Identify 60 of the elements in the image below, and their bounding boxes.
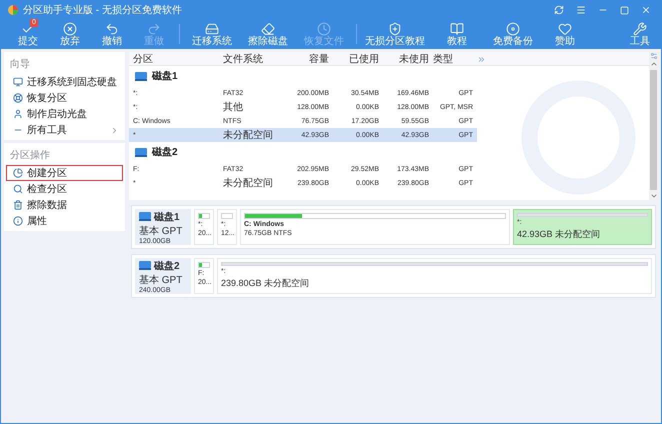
section-title: 分区操作 <box>9 149 51 163</box>
usage-bar <box>221 213 233 219</box>
eraser-icon <box>261 22 275 36</box>
redo-icon <box>147 22 161 36</box>
heart-icon <box>558 22 572 36</box>
sidebar-item[interactable]: 迁移系统到固态硬盘 <box>6 74 123 90</box>
clock-icon <box>317 22 331 36</box>
undo-icon <box>105 22 119 36</box>
toolbar-button[interactable]: 教程 <box>429 19 485 49</box>
chevrons-right-icon[interactable] <box>477 54 486 64</box>
user-icon <box>13 109 23 119</box>
info-icon <box>13 216 23 226</box>
toolbar-button[interactable]: 放弃 <box>49 19 91 49</box>
x-circle-icon <box>63 22 77 36</box>
disk-name: 磁盘1 <box>152 70 178 83</box>
lifebuoy-icon <box>13 93 23 103</box>
column-header[interactable]: 已使用 <box>333 52 383 66</box>
disc-icon <box>506 22 520 36</box>
settings-icon[interactable] <box>650 52 658 60</box>
app-logo-icon <box>7 4 19 16</box>
drive-icon <box>205 22 219 36</box>
disk-name: 磁盘2 <box>154 260 180 272</box>
chevron-up-icon[interactable] <box>650 60 658 68</box>
column-header[interactable]: 文件系统 <box>223 52 283 66</box>
sidebar-item[interactable]: 制作启动光盘 <box>6 106 123 122</box>
sidebar-item[interactable]: 所有工具 <box>6 122 123 138</box>
toolbar-button[interactable]: 无损分区教程 <box>361 19 429 49</box>
column-header[interactable]: 容量 <box>283 52 333 66</box>
shield-icon <box>388 22 402 36</box>
partition-detail: 239.80GB 未分配空间 <box>221 277 310 290</box>
disk-name: 磁盘1 <box>154 210 180 224</box>
section-title: 向导 <box>9 58 31 72</box>
sidebar-item[interactable]: 属性 <box>6 213 123 229</box>
sidebar-item[interactable]: 恢复分区 <box>6 90 123 106</box>
sidebar-item[interactable]: 擦除数据 <box>6 197 123 213</box>
toolbar-button[interactable]: 赞助 <box>541 19 589 49</box>
trash-icon <box>13 200 23 210</box>
sidebar-item[interactable]: 创建分区 <box>6 165 123 181</box>
scrollbar[interactable] <box>649 52 658 200</box>
toolbar-button[interactable]: 迁移系统 <box>184 19 240 49</box>
disk-scheme: 基本 GPT <box>139 224 184 238</box>
disk-scheme: 基本 GPT <box>139 274 184 286</box>
partition-detail: 42.93GB 未分配空间 <box>517 228 602 241</box>
chevron-right-icon <box>110 126 119 134</box>
toolbar-button[interactable]: 擦除磁盘 <box>240 19 296 49</box>
search-icon <box>13 184 23 194</box>
book-icon <box>450 22 464 36</box>
column-header[interactable]: 类型 <box>433 52 477 66</box>
chevron-down-icon[interactable] <box>650 192 658 200</box>
disk-name: 磁盘2 <box>152 146 178 159</box>
pie-icon <box>13 168 23 178</box>
column-header[interactable]: 未使用 <box>383 52 433 66</box>
column-header[interactable]: 分区 <box>133 52 223 66</box>
wrench-icon <box>633 22 647 36</box>
toolbar-button[interactable]: 免费备份 <box>485 19 541 49</box>
tools-button[interactable]: 工具 <box>625 19 655 49</box>
window-title: 分区助手专业版 - 无损分区免费软件 <box>23 4 183 17</box>
toolbar-button[interactable]: 撤销 <box>91 19 133 49</box>
sidebar-item[interactable]: 检查分区 <box>6 181 123 197</box>
monitor-icon <box>13 77 23 87</box>
